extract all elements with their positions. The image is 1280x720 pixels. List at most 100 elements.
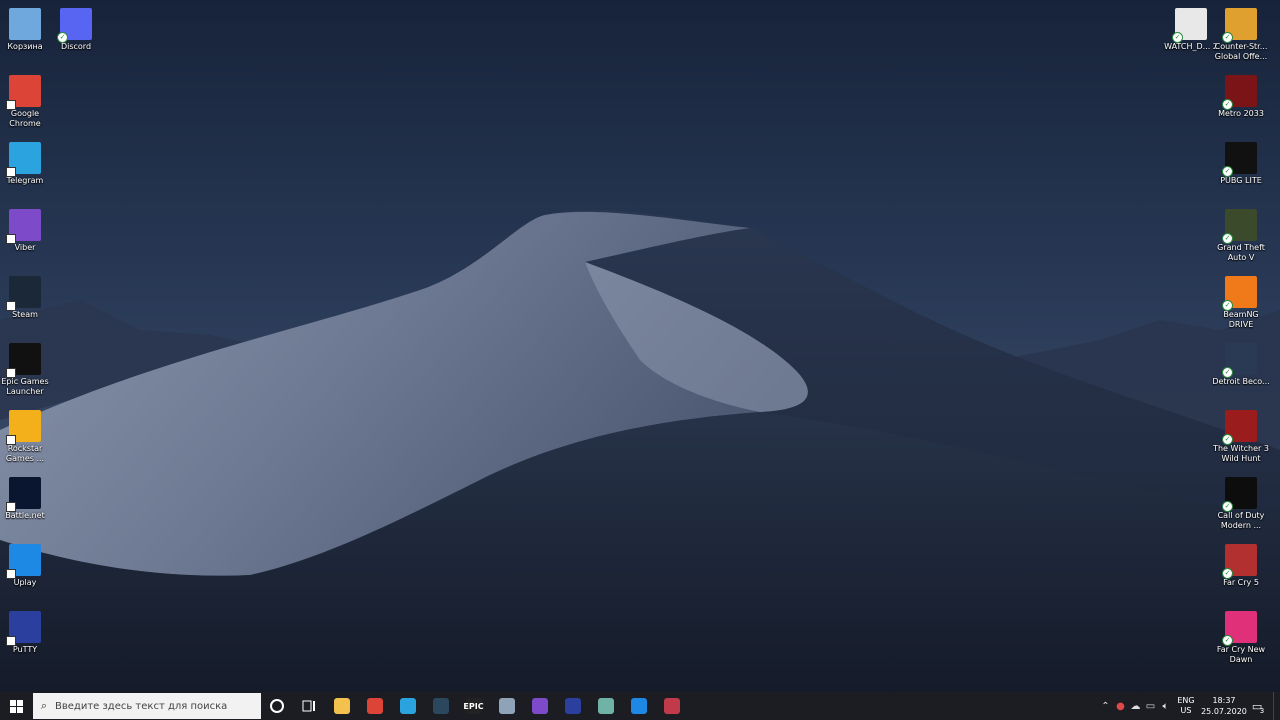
taskbar-app-telegram[interactable] — [391, 692, 424, 720]
action-center-button[interactable]: ▭ 3 — [1249, 700, 1273, 715]
sync-check-icon: ✓ — [1222, 166, 1233, 177]
desktop-icon-viber[interactable]: Viber — [0, 205, 57, 269]
sync-check-icon: ✓ — [1222, 99, 1233, 110]
desktop-icon-label: Far Cry New Dawn — [1216, 645, 1266, 664]
shortcut-arrow-icon — [6, 569, 16, 579]
windows-logo-icon — [9, 699, 23, 713]
cortana-button[interactable] — [261, 692, 293, 720]
rockstar-icon — [6, 410, 41, 445]
gta-icon: ✓ — [1222, 209, 1257, 244]
shortcut-arrow-icon — [6, 636, 16, 646]
shortcut-arrow-icon — [6, 502, 16, 512]
desktop-icon-label: Battle.net — [5, 511, 45, 520]
csgo-icon: ✓ — [1222, 8, 1257, 43]
taskbar-app-epic-games[interactable]: EPIC — [457, 692, 490, 720]
show-desktop-button[interactable] — [1273, 692, 1280, 720]
taskbar-app-notes[interactable] — [589, 692, 622, 720]
task-view-icon — [302, 700, 315, 712]
desktop-icon-witcher-3[interactable]: ✓ The Witcher 3 Wild Hunt — [1209, 406, 1273, 470]
chrome-icon — [366, 698, 383, 714]
desktop-icon-pubg-lite[interactable]: ✓ PUBG LITE — [1209, 138, 1273, 202]
task-view-button[interactable] — [293, 692, 325, 720]
desktop-icon-label: Discord — [60, 42, 92, 51]
cod-icon: ✓ — [1222, 477, 1257, 512]
taskbar-search-box[interactable]: ⌕ Введите здесь текст для поиска — [33, 693, 261, 719]
witcher-icon: ✓ — [1222, 410, 1257, 445]
desktop-icon-uplay[interactable]: Uplay — [0, 540, 57, 604]
snipping-icon — [663, 698, 680, 714]
uplay-icon — [6, 544, 41, 579]
file-explorer-icon — [333, 698, 350, 714]
network-icon[interactable]: ▭ — [1143, 701, 1158, 712]
start-button[interactable] — [0, 692, 32, 720]
shortcut-arrow-icon — [6, 435, 16, 445]
taskbar-app-steam[interactable] — [424, 692, 457, 720]
show-hidden-icons-chevron[interactable]: ⌃ — [1098, 701, 1113, 712]
taskbar-app-viber[interactable] — [523, 692, 556, 720]
desktop-icon-label: The Witcher 3 Wild Hunt — [1213, 444, 1269, 463]
shortcut-arrow-icon — [6, 301, 16, 311]
tray-app-icon[interactable]: ● — [1113, 701, 1128, 712]
farcry-nd-icon: ✓ — [1222, 611, 1257, 646]
shortcut-arrow-icon — [6, 234, 16, 244]
pubg-icon: ✓ — [1222, 142, 1257, 177]
desktop-icon-label: Uplay — [13, 578, 37, 587]
desktop-icon-putty[interactable]: PuTTY — [0, 607, 57, 671]
desktop-icon-rockstar[interactable]: Rockstar Games ... — [0, 406, 57, 470]
desktop-icon-label: BeamNG DRIVE — [1223, 310, 1259, 329]
desktop-icon-telegram[interactable]: Telegram — [0, 138, 57, 202]
desktop-icon-label: Metro 2033 — [1218, 109, 1264, 118]
desktop-icon-metro-2033[interactable]: ✓ Metro 2033 — [1209, 71, 1273, 135]
taskbar-app-file-explorer[interactable] — [325, 692, 358, 720]
desktop-icon-label: Counter-Str... Global Offe... — [1214, 42, 1268, 61]
taskbar-app-putty[interactable] — [556, 692, 589, 720]
desktop-icon-epic-games[interactable]: Epic Games Launcher — [0, 339, 57, 403]
taskbar: ⌕ Введите здесь текст для поиска EPIC ⌃ … — [0, 692, 1280, 720]
watch-dogs-icon: ✓ — [1172, 8, 1207, 43]
desktop-icon-gta-v[interactable]: ✓ Grand Theft Auto V — [1209, 205, 1273, 269]
volume-icon[interactable]: 🔈︎ — [1158, 701, 1173, 712]
notes-icon — [597, 698, 614, 714]
sync-check-icon: ✓ — [1222, 434, 1233, 445]
sync-check-icon: ✓ — [1172, 32, 1183, 43]
metro-icon: ✓ — [1222, 75, 1257, 110]
system-tray: ⌃ ● ☁ ▭ 🔈︎ ENG US 18:37 25.07.2020 ▭ 3 — [1098, 692, 1280, 720]
taskbar-app-snipping[interactable] — [655, 692, 688, 720]
taskbar-app-notepad[interactable] — [490, 692, 523, 720]
taskbar-app-chrome[interactable] — [358, 692, 391, 720]
cloud-icon[interactable]: ☁ — [1128, 701, 1143, 712]
desktop-icon-far-cry-5[interactable]: ✓ Far Cry 5 — [1209, 540, 1273, 604]
input-language[interactable]: ENG US — [1173, 696, 1199, 716]
desktop-icon-discord[interactable]: ✓ Discord — [44, 4, 108, 68]
wallpaper-mojave-night — [0, 0, 1280, 692]
cortana-circle-icon — [270, 699, 284, 713]
desktop-icon-detroit[interactable]: ✓ Detroit Beco... — [1209, 339, 1273, 403]
discord-icon: ✓ — [57, 8, 92, 43]
shortcut-arrow-icon — [6, 368, 16, 378]
telegram-icon — [6, 142, 41, 177]
desktop-icon-label: Detroit Beco... — [1212, 377, 1270, 386]
detroit-icon: ✓ — [1222, 343, 1257, 378]
search-icon: ⌕ — [40, 699, 48, 712]
sync-check-icon: ✓ — [57, 32, 68, 43]
desktop[interactable]: Корзина Google Chrome Telegram Viber Steam Ep… — [0, 0, 1280, 692]
shortcut-arrow-icon — [6, 100, 16, 110]
desktop-icon-beamng[interactable]: ✓ BeamNG DRIVE — [1209, 272, 1273, 336]
desktop-icon-cod-mw[interactable]: ✓ Call of Duty Modern ... — [1209, 473, 1273, 537]
desktop-icon-label: PuTTY — [12, 645, 38, 654]
viber-icon — [531, 698, 548, 714]
sync-check-icon: ✓ — [1222, 32, 1233, 43]
desktop-icon-far-cry-new-dawn[interactable]: ✓ Far Cry New Dawn — [1209, 607, 1273, 671]
taskbar-app-uplay[interactable] — [622, 692, 655, 720]
desktop-icon-csgo[interactable]: ✓ Counter-Str... Global Offe... — [1209, 4, 1273, 68]
desktop-icon-battle-net[interactable]: Battle.net — [0, 473, 57, 537]
notepad-icon — [498, 698, 515, 714]
desktop-icon-label: Google Chrome — [9, 109, 41, 128]
clock[interactable]: 18:37 25.07.2020 — [1199, 695, 1249, 717]
desktop-icon-google-chrome[interactable]: Google Chrome — [0, 71, 57, 135]
desktop-icon-label: Grand Theft Auto V — [1217, 243, 1265, 262]
steam-icon — [6, 276, 41, 311]
desktop-icon-label: Call of Duty Modern ... — [1217, 511, 1265, 530]
sync-check-icon: ✓ — [1222, 568, 1233, 579]
desktop-icon-steam[interactable]: Steam — [0, 272, 57, 336]
